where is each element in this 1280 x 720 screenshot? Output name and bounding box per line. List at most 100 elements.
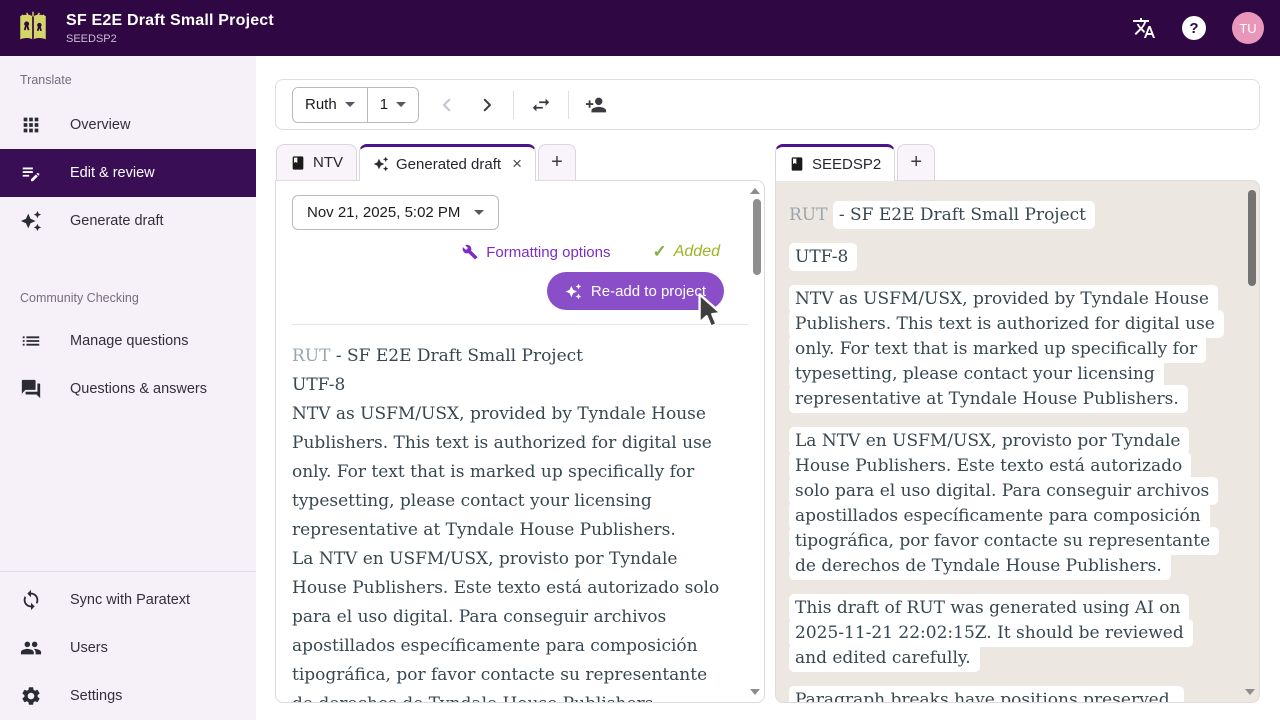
add-collaborator-icon[interactable]: [575, 85, 617, 125]
chevron-down-icon: [345, 102, 355, 107]
book-icon: [789, 156, 805, 172]
added-label: Added: [674, 243, 720, 261]
id-line-text: - SF E2E Draft Small Project: [330, 346, 583, 366]
project-text[interactable]: RUT - SF E2E Draft Small Project UTF-8 N…: [776, 181, 1259, 703]
text-segment: This draft of RUT was generated using AI…: [789, 594, 1193, 672]
gear-icon: [20, 685, 42, 707]
divider: [568, 91, 569, 119]
right-pane-tabstrip: SEEDSP2 +: [775, 144, 937, 180]
book-select-value: Ruth: [305, 96, 337, 113]
paragraph-en: NTV as USFM/USX, provided by Tyndale Hou…: [292, 400, 724, 545]
tab-generated-draft[interactable]: Generated draft ×: [359, 144, 536, 181]
previous-chapter-button[interactable]: [427, 85, 467, 125]
encoding-line: UTF-8: [292, 371, 724, 400]
forum-chat-icon: [20, 378, 42, 400]
scrollbar-thumb[interactable]: [1248, 190, 1256, 286]
sidebar-section-community-checking: Community Checking: [0, 291, 256, 305]
project-shortname: SEEDSP2: [66, 33, 274, 45]
top-app-bar: SF E2E Draft Small Project SEEDSP2 ? TU: [0, 0, 1280, 56]
readd-button-label: Re-add to project: [591, 283, 706, 300]
sparkle-icon: [565, 283, 582, 300]
scrollbar[interactable]: [1244, 181, 1259, 702]
draft-date-select[interactable]: Nov 21, 2025, 5:02 PM: [292, 195, 499, 230]
left-pane-tabstrip: NTV Generated draft × +: [276, 144, 578, 180]
divider: [0, 571, 256, 572]
people-icon: [20, 637, 42, 659]
text-segment: - SF E2E Draft Small Project: [833, 201, 1095, 229]
text-segment: NTV as USFM/USX, provided by Tyndale Hou…: [789, 285, 1224, 413]
page-title: SF E2E Draft Small Project: [66, 12, 274, 30]
draft-header: Nov 21, 2025, 5:02 PM Formatting options…: [276, 181, 764, 325]
language-translate-icon[interactable]: [1132, 16, 1156, 40]
book-chapter-selector: Ruth 1: [292, 87, 419, 123]
text-segment: La NTV en USFM/USX, provisto por Tyndale…: [789, 427, 1219, 580]
tab-label: SEEDSP2: [812, 156, 881, 173]
book-code: RUT: [292, 346, 330, 366]
help-icon[interactable]: ?: [1182, 16, 1206, 40]
tab-label: Generated draft: [396, 156, 501, 173]
scroll-up-icon[interactable]: [750, 188, 760, 194]
project-text-pane: RUT - SF E2E Draft Small Project UTF-8 N…: [775, 180, 1260, 703]
scrollbar-thumb[interactable]: [753, 199, 761, 275]
sidebar-item-label: Questions & answers: [70, 381, 207, 397]
chevron-down-icon: [474, 210, 484, 215]
sidebar-item-generate-draft[interactable]: Generate draft: [0, 197, 256, 245]
sidebar-item-label: Generate draft: [70, 213, 164, 229]
paragraph-en: NTV as USFM/USX, provided by Tyndale Hou…: [789, 287, 1219, 412]
edit-note-icon: [20, 162, 42, 184]
scroll-down-icon[interactable]: [1245, 689, 1255, 695]
swap-panes-icon[interactable]: [520, 85, 562, 125]
sidebar-item-label: Edit & review: [70, 165, 155, 181]
sidebar-item-label: Overview: [70, 117, 130, 133]
sidebar-item-settings[interactable]: Settings: [0, 672, 256, 720]
wrench-icon: [462, 244, 478, 260]
id-line: RUT - SF E2E Draft Small Project: [789, 203, 1219, 228]
formatting-options-link[interactable]: Formatting options: [462, 244, 610, 261]
sidebar-section-translate: Translate: [0, 73, 256, 87]
tab-ntv[interactable]: NTV: [276, 144, 357, 180]
next-chapter-button[interactable]: [467, 85, 507, 125]
book-select[interactable]: Ruth: [293, 88, 367, 122]
text-segment: Paragraph breaks have positions preserve…: [789, 686, 1184, 703]
sidebar-item-label: Manage questions: [70, 333, 189, 349]
add-tab-button[interactable]: +: [538, 144, 576, 180]
sparkle-icon: [373, 156, 389, 172]
add-tab-button[interactable]: +: [897, 144, 935, 180]
id-line: RUT - SF E2E Draft Small Project: [292, 342, 724, 371]
draft-text[interactable]: RUT - SF E2E Draft Small Project UTF-8 N…: [276, 325, 764, 703]
sidebar-item-questions-answers[interactable]: Questions & answers: [0, 365, 256, 413]
paragraph-es: La NTV en USFM/USX, provisto por Tyndale…: [292, 545, 724, 703]
avatar[interactable]: TU: [1232, 12, 1264, 44]
chapter-select-value: 1: [380, 96, 388, 113]
close-icon[interactable]: ×: [512, 154, 522, 174]
divider: [513, 91, 514, 119]
sidebar-footer: Sync with Paratext Users Settings: [0, 571, 256, 720]
tab-label: NTV: [313, 154, 343, 171]
list-icon: [20, 330, 42, 352]
encoding-line: UTF-8: [789, 245, 1219, 270]
sync-icon: [20, 589, 42, 611]
text-segment: UTF-8: [789, 243, 857, 271]
sidebar-item-users[interactable]: Users: [0, 624, 256, 672]
sidebar-item-label: Users: [70, 640, 108, 656]
paragraph-es: La NTV en USFM/USX, provisto por Tyndale…: [789, 429, 1219, 579]
apps-grid-icon: [20, 114, 42, 136]
readd-to-project-button[interactable]: Re-add to project: [547, 272, 724, 310]
scrollbar[interactable]: [749, 181, 764, 702]
sidebar: Translate Overview Edit & review Generat…: [0, 56, 256, 720]
formatting-options-label: Formatting options: [486, 244, 610, 261]
paragraph-ai-note: This draft of RUT was generated using AI…: [789, 596, 1219, 671]
sidebar-item-edit-review[interactable]: Edit & review: [0, 149, 256, 197]
scroll-down-icon[interactable]: [750, 689, 760, 695]
sparkle-icon: [20, 210, 42, 232]
chapter-select[interactable]: 1: [368, 88, 418, 122]
book-icon: [290, 155, 306, 171]
sidebar-item-sync-paratext[interactable]: Sync with Paratext: [0, 576, 256, 624]
status-badge-added: ✓ Added: [652, 242, 720, 262]
paragraph-breaks-note: Paragraph breaks have positions preserve…: [789, 688, 1219, 703]
tab-seedsp2[interactable]: SEEDSP2: [775, 144, 895, 181]
check-icon: ✓: [652, 242, 666, 262]
chapter-toolbar: Ruth 1: [275, 79, 1260, 130]
sidebar-item-manage-questions[interactable]: Manage questions: [0, 317, 256, 365]
sidebar-item-overview[interactable]: Overview: [0, 101, 256, 149]
